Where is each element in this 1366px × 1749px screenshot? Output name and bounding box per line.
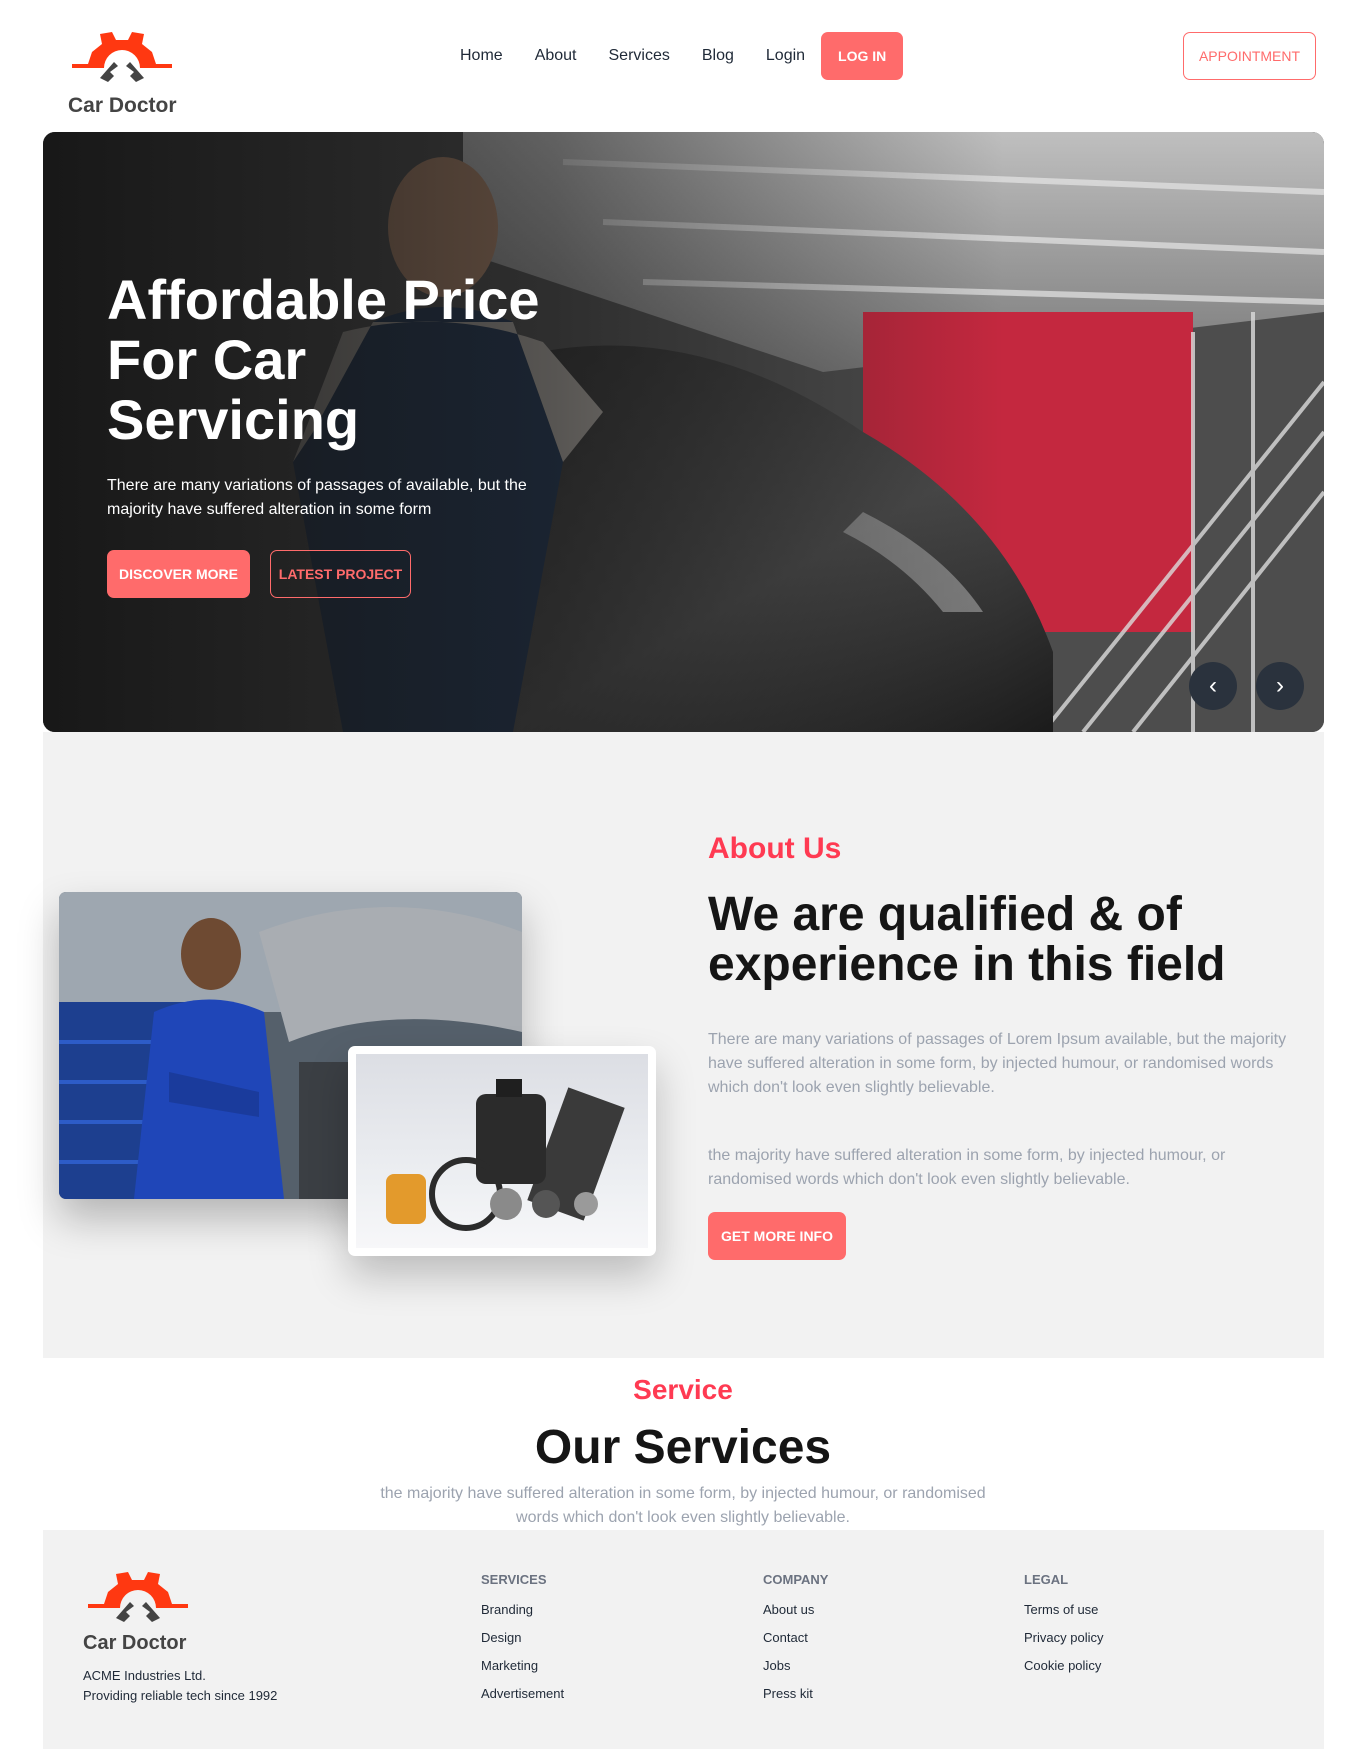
appointment-button[interactable]: APPOINTMENT [1183, 32, 1316, 80]
footer-column-legal: LEGAL Terms of use Privacy policy Cookie… [1024, 1572, 1103, 1687]
brand-logo[interactable]: Car Doctor [68, 30, 178, 120]
get-more-info-button[interactable]: GET MORE INFO [708, 1212, 846, 1260]
services-title: Our Services [534, 1421, 832, 1474]
gear-wrench-logo-icon [88, 1572, 188, 1622]
discover-more-button[interactable]: DISCOVER MORE [107, 550, 250, 598]
navbar: Car Doctor Home About Services Blog Logi… [0, 0, 1366, 130]
footer-link-terms[interactable]: Terms of use [1024, 1603, 1103, 1631]
footer-company-tagline: Providing reliable tech since 1992 [83, 1688, 278, 1703]
chevron-right-icon: › [1276, 672, 1284, 699]
footer-company-name: ACME Industries Ltd. [83, 1668, 206, 1683]
footer-column-title: COMPANY [763, 1572, 829, 1587]
latest-project-button[interactable]: LATEST PROJECT [270, 550, 411, 598]
footer-link-cookie[interactable]: Cookie policy [1024, 1659, 1103, 1687]
brand-name: Car Doctor [68, 94, 177, 117]
services-description: the majority have suffered alteration in… [380, 1485, 986, 1526]
car-parts-photo [386, 1079, 625, 1231]
hero-description: There are many variations of passages of… [107, 477, 527, 518]
login-button[interactable]: LOG IN [821, 32, 904, 80]
footer-link-about-us[interactable]: About us [763, 1603, 828, 1631]
footer-column-title: LEGAL [1024, 1572, 1069, 1587]
hero-title: Affordable Price For Car Servicing [107, 268, 540, 451]
services-label: Service [633, 1374, 733, 1405]
footer-link-advertisement[interactable]: Advertisement [481, 1687, 564, 1715]
nav-services[interactable]: Services [609, 47, 670, 65]
carousel-next-button[interactable]: › [1256, 662, 1304, 710]
nav-home[interactable]: Home [460, 47, 503, 65]
footer-link-design[interactable]: Design [481, 1631, 564, 1659]
footer-link-jobs[interactable]: Jobs [763, 1659, 828, 1687]
about-paragraph-1: There are many variations of passages of… [708, 1031, 1287, 1096]
hero-carousel: Affordable Price For Car Servicing There… [43, 132, 1324, 732]
main-nav: Home About Services Blog Login LOG IN [460, 32, 904, 80]
nav-blog[interactable]: Blog [702, 47, 734, 65]
carousel-prev-button[interactable]: ‹ [1189, 662, 1237, 710]
footer-column-title: SERVICES [481, 1572, 547, 1587]
footer-link-contact[interactable]: Contact [763, 1631, 828, 1659]
about-parts-image [348, 1046, 656, 1256]
footer-column-services: SERVICES Branding Design Marketing Adver… [481, 1572, 564, 1715]
footer-link-privacy[interactable]: Privacy policy [1024, 1631, 1103, 1659]
footer-link-press-kit[interactable]: Press kit [763, 1687, 828, 1715]
about-label: About Us [708, 832, 842, 865]
nav-about[interactable]: About [535, 47, 577, 65]
gear-wrench-logo-icon [72, 32, 172, 82]
about-section: About Us We are qualified & of experienc… [43, 732, 1324, 1358]
footer-brand-logo[interactable]: Car Doctor [83, 1570, 193, 1654]
nav-login[interactable]: Login [766, 47, 805, 65]
about-title: We are qualified & of experience in this… [708, 888, 1226, 991]
footer: Car Doctor ACME Industries Ltd. Providin… [43, 1530, 1324, 1749]
footer-link-marketing[interactable]: Marketing [481, 1659, 564, 1687]
about-paragraph-2: the majority have suffered alteration in… [708, 1147, 1226, 1188]
chevron-left-icon: ‹ [1209, 672, 1217, 699]
footer-link-branding[interactable]: Branding [481, 1603, 564, 1631]
footer-brand-name: Car Doctor [83, 1632, 187, 1654]
footer-column-company: COMPANY About us Contact Jobs Press kit [763, 1572, 828, 1715]
footer-company-info: ACME Industries Ltd. Providing reliable … [83, 1666, 277, 1706]
